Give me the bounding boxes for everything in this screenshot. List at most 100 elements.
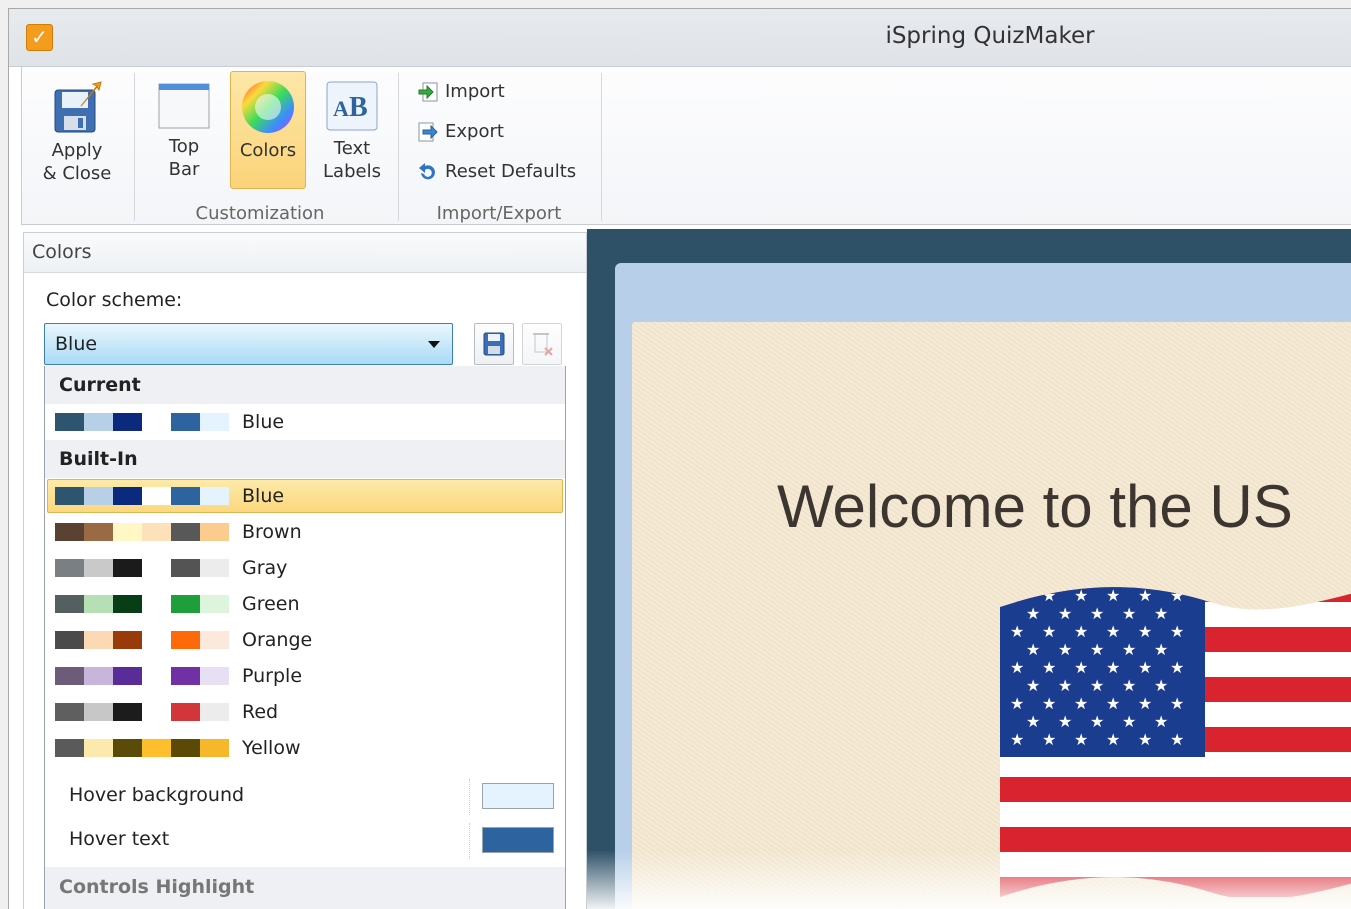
swatch-block xyxy=(200,667,229,685)
flag-star: ★ xyxy=(1058,676,1072,695)
scheme-item-yellow[interactable]: Yellow xyxy=(45,730,565,766)
flag-star: ★ xyxy=(1170,586,1184,605)
swatch-block xyxy=(200,413,229,431)
ribbon-separator xyxy=(134,73,135,221)
swatch-block xyxy=(113,631,142,649)
scheme-item-blue[interactable]: Blue xyxy=(47,479,563,513)
flag-star: ★ xyxy=(1090,676,1104,695)
current-scheme-item[interactable]: Blue xyxy=(45,404,565,440)
apply-close-button[interactable]: Apply & Close xyxy=(32,79,122,189)
flag-star: ★ xyxy=(1106,586,1120,605)
swatch-block xyxy=(142,631,171,649)
swatch-block xyxy=(171,667,200,685)
flag-star: ★ xyxy=(1042,622,1056,641)
swatch-block xyxy=(142,667,171,685)
flag-star: ★ xyxy=(1170,658,1184,677)
swatch-block xyxy=(200,631,229,649)
scheme-name: Blue xyxy=(242,411,285,433)
swatch-block xyxy=(84,667,113,685)
import-label: Import xyxy=(445,81,505,102)
swatch-block xyxy=(142,703,171,721)
flag-star: ★ xyxy=(1010,622,1024,641)
scheme-name: Yellow xyxy=(242,737,301,759)
scheme-item-purple[interactable]: Purple xyxy=(45,658,565,694)
swatch-block xyxy=(84,413,113,431)
swatch-block xyxy=(142,739,171,757)
swatch-block xyxy=(55,739,84,757)
flag-star: ★ xyxy=(1170,622,1184,641)
text-ab-icon: A B xyxy=(326,81,378,131)
color-scheme-select[interactable]: Blue xyxy=(44,323,453,365)
hover-text-color-swatch[interactable] xyxy=(482,827,554,853)
import-export-group-label: Import/Export xyxy=(436,203,562,224)
ribbon-separator xyxy=(398,73,399,221)
swatch-block xyxy=(171,631,200,649)
colors-button[interactable]: Colors xyxy=(230,71,306,189)
delete-icon xyxy=(533,333,553,356)
color-swatch xyxy=(55,487,229,505)
swatch-block xyxy=(200,559,229,577)
swatch-block xyxy=(200,595,229,613)
swatch-block xyxy=(171,559,200,577)
hover-background-label: Hover background xyxy=(69,784,245,806)
flag-star: ★ xyxy=(1106,694,1120,713)
hover-text-label: Hover text xyxy=(69,828,170,850)
scheme-item-gray[interactable]: Gray xyxy=(45,550,565,586)
flag-star: ★ xyxy=(1122,640,1136,659)
flag-star: ★ xyxy=(1090,604,1104,623)
flag-star: ★ xyxy=(1010,730,1024,749)
top-bar-line2: Bar xyxy=(168,159,200,180)
slide-title: Welcome to the US xyxy=(777,473,1293,540)
flag-star: ★ xyxy=(1026,640,1040,659)
fade-overlay xyxy=(587,850,1351,909)
save-apply-icon xyxy=(54,81,102,133)
apply-line1: Apply xyxy=(51,140,103,161)
save-scheme-button[interactable] xyxy=(474,323,514,365)
swatch-block xyxy=(142,487,171,505)
svg-text:B: B xyxy=(349,92,368,123)
export-label: Export xyxy=(445,121,504,142)
swatch-block xyxy=(200,523,229,541)
scheme-item-green[interactable]: Green xyxy=(45,586,565,622)
swatch-block xyxy=(84,487,113,505)
flag-star: ★ xyxy=(1058,604,1072,623)
top-bar-button[interactable]: Top Bar xyxy=(146,79,222,189)
scheme-name: Green xyxy=(242,593,300,615)
swatch-block xyxy=(113,667,142,685)
import-button[interactable]: Import xyxy=(417,79,505,105)
scheme-name: Blue xyxy=(242,485,285,507)
scheme-name: Orange xyxy=(242,629,313,651)
flag-star: ★ xyxy=(1042,658,1056,677)
swatch-block xyxy=(55,703,84,721)
text-labels-line1: Text xyxy=(333,138,371,159)
reset-defaults-label: Reset Defaults xyxy=(445,161,577,182)
flag-star: ★ xyxy=(1138,730,1152,749)
scheme-item-brown[interactable]: Brown xyxy=(45,514,565,550)
floppy-disk-icon xyxy=(483,332,505,356)
flag-star: ★ xyxy=(1106,658,1120,677)
slide: Welcome to the US ★ ★ ★ ★ ★ ★ ★ ★ ★ ★ ★ ★ ★ ★ ★ ★ ★ ★ ★ ★ ★ ★… xyxy=(632,322,1351,909)
apply-line2: & Close xyxy=(42,163,112,184)
flag-star: ★ xyxy=(1106,730,1120,749)
reset-defaults-button[interactable]: Reset Defaults xyxy=(417,159,576,185)
flag-star: ★ xyxy=(1026,712,1040,731)
swatch-block xyxy=(84,595,113,613)
export-button[interactable]: Export xyxy=(417,119,504,145)
scheme-item-orange[interactable]: Orange xyxy=(45,622,565,658)
color-swatch xyxy=(55,667,229,685)
hover-background-row[interactable]: Hover background xyxy=(45,775,565,819)
scheme-name: Purple xyxy=(242,665,303,687)
export-icon xyxy=(418,122,438,142)
swatch-block xyxy=(84,739,113,757)
swatch-block xyxy=(142,523,171,541)
delete-scheme-button[interactable] xyxy=(522,323,562,365)
hover-background-color-swatch[interactable] xyxy=(482,783,554,809)
scheme-item-red[interactable]: Red xyxy=(45,694,565,730)
text-labels-button[interactable]: A B Text Labels xyxy=(314,79,390,189)
flag-stripe xyxy=(1000,827,1351,852)
divider xyxy=(469,779,470,815)
swatch-block xyxy=(113,703,142,721)
builtin-heading: Built-In xyxy=(45,440,565,478)
scheme-name: Red xyxy=(242,701,279,723)
hover-text-row[interactable]: Hover text xyxy=(45,819,565,863)
